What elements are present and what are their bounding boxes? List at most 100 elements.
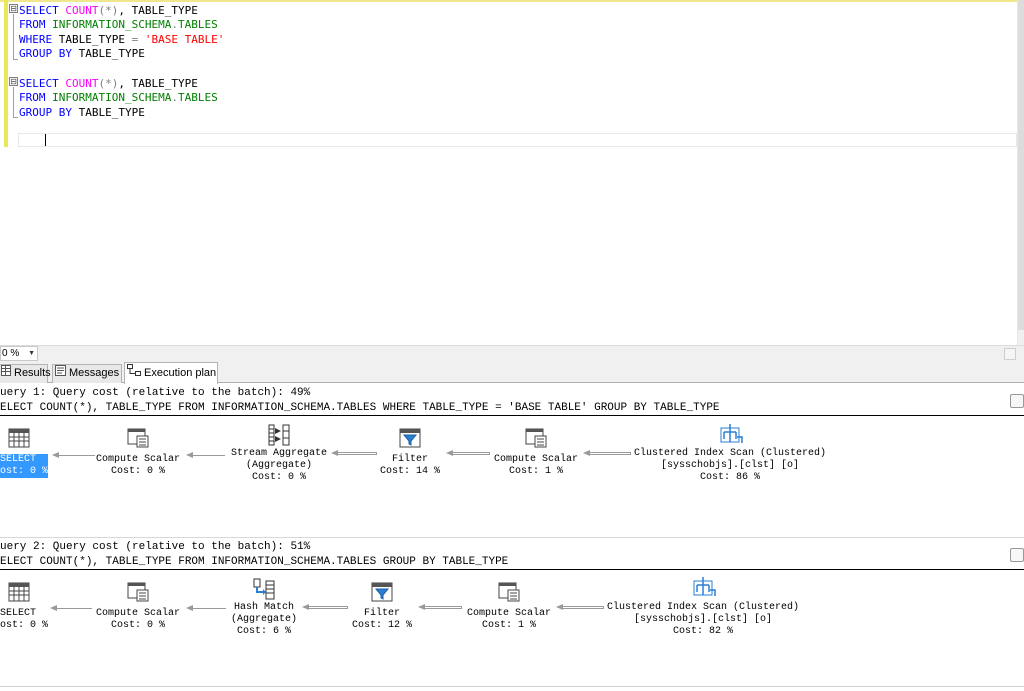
operator-text: [sysschobjs].[clst] [o] [661,460,800,471]
missing-index-button[interactable] [1010,394,1024,408]
stream-aggregate-icon[interactable] [268,424,290,450]
operator-text: ost: 0 % [0,466,49,478]
code-token: , TABLE_TYPE [118,77,198,90]
compute-scalar-icon[interactable] [525,428,547,452]
outline-end [13,59,18,60]
filter-icon[interactable] [371,582,393,606]
code-token: 'BASE TABLE' [144,33,225,46]
plan-operator-label[interactable]: Stream Aggregate (Aggregate) Cost: 0 % [231,448,327,484]
data-flow-arrow[interactable] [186,605,226,611]
data-flow-arrow[interactable] [446,450,490,456]
code-token: INFORMATION_SCHEMA [52,91,172,104]
editor-status-bar: 0 % ▼ [0,345,1024,361]
select-icon[interactable] [8,428,30,452]
clustered-index-scan-icon[interactable] [719,423,743,449]
arrow-shaft [58,455,95,456]
plan-operator-label[interactable]: Filter Cost: 12 % [352,608,412,632]
data-flow-arrow[interactable] [302,604,348,610]
code-token: (*) [98,77,119,90]
plan-operator-label[interactable]: Compute Scalar Cost: 1 % [494,454,578,478]
scrollbar-thumb[interactable] [1018,0,1024,330]
data-flow-arrow[interactable] [331,450,377,456]
operator-text: Compute Scalar [467,608,552,619]
execution-plan-icon [127,363,141,383]
code-token: , TABLE_TYPE [118,4,198,17]
arrow-shaft [192,455,225,456]
data-flow-arrow[interactable] [186,452,225,458]
operator-text: Compute Scalar [494,454,579,465]
code-token: TABLE_TYPE [78,47,145,60]
tab-execution-plan[interactable]: Execution plan [124,362,218,384]
arrow-head [556,604,563,610]
plan-operator-label[interactable]: Clustered Index Scan (Clustered) [sysscho… [634,448,826,484]
operator-text: Compute Scalar [96,608,181,619]
compute-scalar-icon[interactable] [127,428,149,452]
query-editor[interactable]: ⊟ ⊟ SELECT COUNT(*), TABLE_TYPE FROM INFO… [0,0,1018,345]
operator-text: Cost: 14 % [380,466,441,477]
arrow-shaft [562,606,604,609]
editor-change-marker [0,0,1018,2]
tab-results[interactable]: Results [0,364,51,383]
code-token: (*) [98,4,119,17]
data-flow-arrow[interactable] [418,604,462,610]
grid-icon [1,365,11,382]
code-token: SELECT [19,77,66,90]
compute-scalar-icon[interactable] [498,582,520,606]
text-caret [45,134,46,146]
operator-text: Hash Match [234,602,295,613]
hash-match-icon[interactable] [253,578,275,604]
operator-text: Clustered Index Scan (Clustered) [607,602,800,613]
editor-change-bar [4,0,8,147]
data-flow-arrow[interactable] [50,605,92,611]
editor-vertical-scrollbar[interactable] [1018,0,1024,345]
code-token: SELECT [19,4,66,17]
operator-text: Cost: 0 % [111,620,166,631]
code-line[interactable]: FROM INFORMATION_SCHEMA.TABLES [19,18,218,32]
operator-text: SELECT [0,608,37,619]
code-token: . [171,18,178,31]
outline-line [13,14,14,60]
plan-operator-label[interactable]: Compute Scalar Cost: 0 % [96,454,180,478]
filter-icon[interactable] [399,428,421,452]
plan-operator-label[interactable]: Compute Scalar Cost: 1 % [467,608,551,632]
code-line[interactable]: SELECT COUNT(*), TABLE_TYPE [19,4,198,18]
chevron-down-icon: ▼ [28,350,35,357]
code-line[interactable]: SELECT COUNT(*), TABLE_TYPE [19,77,198,91]
tab-execution-plan-label: Execution plan [144,367,217,379]
clustered-index-scan-icon[interactable] [692,576,716,602]
data-flow-arrow[interactable] [52,452,95,458]
missing-index-button[interactable] [1010,548,1024,562]
plan-operator-label[interactable]: SELECT ost: 0 % [0,608,48,632]
arrow-shaft [452,452,490,455]
tab-messages[interactable]: Messages [52,364,122,383]
arrow-head [52,452,59,458]
code-line[interactable]: GROUP BY TABLE_TYPE [19,47,145,61]
query1-cost-header: uery 1: Query cost (relative to the batc… [0,387,311,399]
select-icon[interactable] [8,582,30,606]
zoom-dropdown[interactable]: 0 % ▼ [0,346,38,361]
operator-text: Filter [392,454,429,465]
code-line[interactable]: GROUP BY TABLE_TYPE [19,106,145,120]
results-tab-bar: Results Messages Execution plan [0,361,1024,384]
operator-text: Cost: 12 % [352,620,413,631]
code-line[interactable]: FROM INFORMATION_SCHEMA.TABLES [19,91,218,105]
plan-operator-label[interactable]: Clustered Index Scan (Clustered) [sysscho… [607,602,799,638]
code-token: GROUP BY [19,47,79,60]
compute-scalar-icon[interactable] [127,582,149,606]
arrow-shaft [589,452,631,455]
code-token: . [171,91,178,104]
operator-text: [sysschobjs].[clst] [o] [634,614,773,625]
data-flow-arrow[interactable] [583,450,631,456]
plan-operator-label[interactable]: Hash Match (Aggregate) Cost: 6 % [231,602,297,638]
plan-operator-label[interactable]: Compute Scalar Cost: 0 % [96,608,180,632]
operator-text: Filter [364,608,401,619]
plan-operator-label[interactable]: SELECT ost: 0 % [0,454,49,478]
code-line[interactable]: WHERE TABLE_TYPE = 'BASE TABLE' [19,33,224,47]
arrow-head [302,604,309,610]
collapse-icon[interactable]: ⊟ [9,4,18,13]
scroll-right-button[interactable] [1004,348,1016,360]
data-flow-arrow[interactable] [556,604,604,610]
collapse-icon[interactable]: ⊟ [9,77,18,86]
code-token: TABLE_TYPE [78,106,145,119]
plan-operator-label[interactable]: Filter Cost: 14 % [380,454,440,478]
